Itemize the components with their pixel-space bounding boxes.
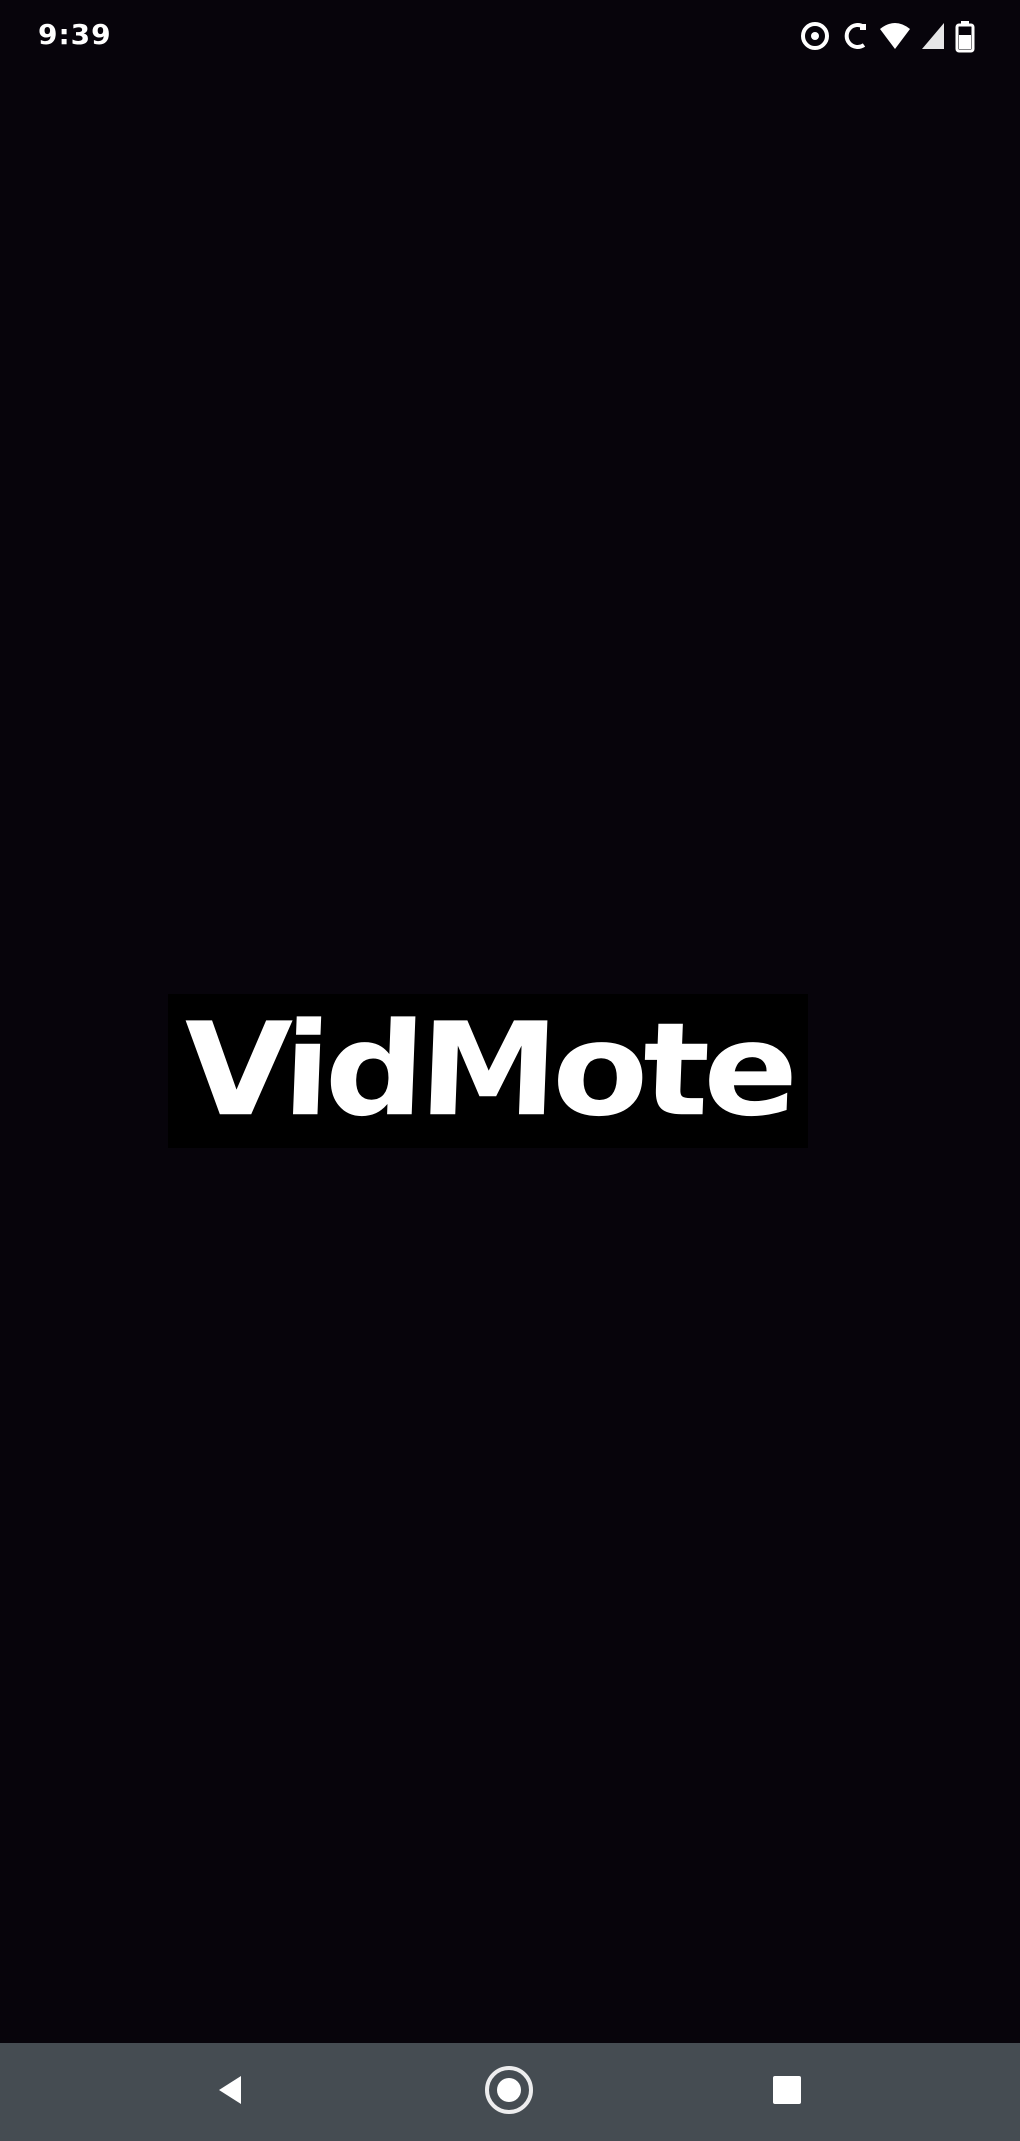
back-icon [211, 2070, 251, 2115]
app-logo-text: VidMote [180, 995, 796, 1146]
status-time: 9:39 [38, 18, 112, 51]
splash-screen: 9:39 VidMote [0, 0, 1020, 2141]
recents-button[interactable] [754, 2059, 820, 2125]
home-icon [483, 2064, 535, 2121]
back-button[interactable] [198, 2059, 264, 2125]
status-bar: 9:39 [0, 0, 1020, 72]
signal-icon [920, 19, 946, 53]
navigation-bar [0, 2043, 1020, 2141]
cast-icon [840, 19, 870, 53]
recents-icon [767, 2070, 807, 2115]
app-logo: VidMote [168, 994, 808, 1148]
battery-icon [954, 19, 976, 53]
wifi-icon [878, 19, 912, 53]
status-icons [798, 18, 976, 54]
eye-comfort-icon [798, 19, 832, 53]
home-button[interactable] [476, 2059, 542, 2125]
